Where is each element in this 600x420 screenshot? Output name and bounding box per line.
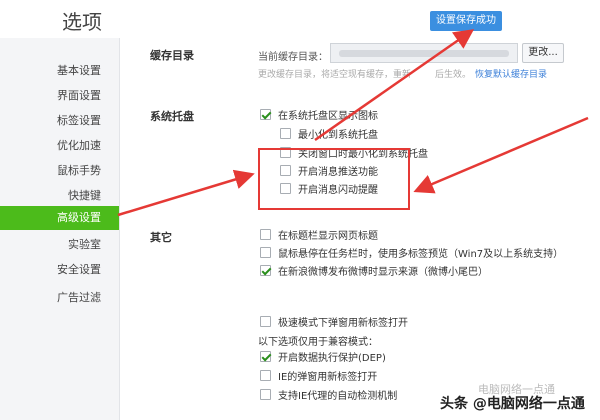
- sidebar-item-security[interactable]: 安全设置: [57, 261, 101, 277]
- cache-dir-label: 当前缓存目录：: [258, 52, 328, 63]
- sidebar-item-lab[interactable]: 实验室: [68, 236, 101, 252]
- other-section-label: 其它: [150, 231, 172, 244]
- compat-option-ie-popup[interactable]: IE的弹窗用新标签打开: [260, 368, 377, 383]
- checkbox[interactable]: [260, 228, 271, 240]
- sidebar-item-basic[interactable]: 基本设置: [57, 62, 101, 78]
- compat-option-dep[interactable]: 开启数据执行保护(DEP): [260, 349, 386, 364]
- arrow-to-highlight-right: [413, 116, 589, 194]
- watermark-text: 头条 @电脑网络一点通: [440, 396, 585, 412]
- checkbox[interactable]: [280, 127, 291, 139]
- other-option-popup-tab[interactable]: 极速模式下弹窗用新标签打开: [260, 314, 408, 329]
- checkbox[interactable]: [260, 369, 271, 381]
- header-bar: 选项 设置保存成功: [0, 0, 600, 38]
- checkbox[interactable]: [260, 246, 271, 258]
- checkbox[interactable]: [260, 388, 271, 400]
- sidebar-item-shortcuts[interactable]: 快捷键: [68, 187, 101, 203]
- tray-section-label: 系统托盘: [150, 110, 194, 123]
- cache-hint-head: 更改缓存目录，将适空现有缓存，重新: [258, 70, 412, 80]
- sidebar-item-interface[interactable]: 界面设置: [57, 87, 101, 103]
- blurred-path: [339, 50, 509, 57]
- tray-option-minimize[interactable]: 最小化到系统托盘: [280, 126, 378, 141]
- change-cache-button[interactable]: 更改...: [522, 43, 564, 63]
- page-title: 选项: [62, 10, 102, 34]
- other-option-title[interactable]: 在标题栏显示网页标题: [260, 227, 378, 242]
- restore-default-cache-link[interactable]: 恢复默认缓存目录: [475, 67, 547, 80]
- cache-path-field[interactable]: [330, 43, 518, 63]
- compat-option-ie-proxy[interactable]: 支持IE代理的自动检测机制: [260, 387, 397, 402]
- sidebar-item-tabs[interactable]: 标签设置: [57, 112, 101, 128]
- checkbox-checked[interactable]: [260, 264, 271, 276]
- annotation-highlight-box: [258, 148, 410, 210]
- arrow-to-highlight-left: [117, 169, 255, 217]
- checkbox-checked[interactable]: [260, 108, 271, 120]
- compat-note: 以下选项仅用于兼容模式：: [258, 337, 378, 348]
- other-option-weibo-source[interactable]: 在新浪微博发布微博时显示来源（微博小尾巴）: [260, 263, 488, 278]
- checkbox-checked[interactable]: [260, 350, 271, 362]
- sidebar-item-gestures[interactable]: 鼠标手势: [57, 162, 101, 178]
- sidebar-item-advanced[interactable]: 高级设置: [0, 206, 119, 230]
- other-option-taskbar-preview[interactable]: 鼠标悬停在任务栏时，使用多标签预览（Win7及以上系统支持）: [260, 245, 563, 260]
- tray-option-show-icon[interactable]: 在系统托盘区显示图标: [260, 107, 378, 122]
- checkbox[interactable]: [260, 315, 271, 327]
- sidebar-item-adblock[interactable]: 广告过滤: [57, 289, 101, 305]
- save-success-toast: 设置保存成功: [430, 11, 502, 31]
- cache-section-label: 缓存目录: [150, 49, 194, 62]
- cache-hint-text: 更改缓存目录，将适空现有缓存，重新 后生效。: [258, 67, 471, 80]
- sidebar: 基本设置 界面设置 标签设置 优化加速 鼠标手势 快捷键 高级设置 实验室 安全…: [0, 38, 120, 420]
- sidebar-item-optimize[interactable]: 优化加速: [57, 137, 101, 153]
- cache-hint-tail: 后生效。: [435, 70, 472, 80]
